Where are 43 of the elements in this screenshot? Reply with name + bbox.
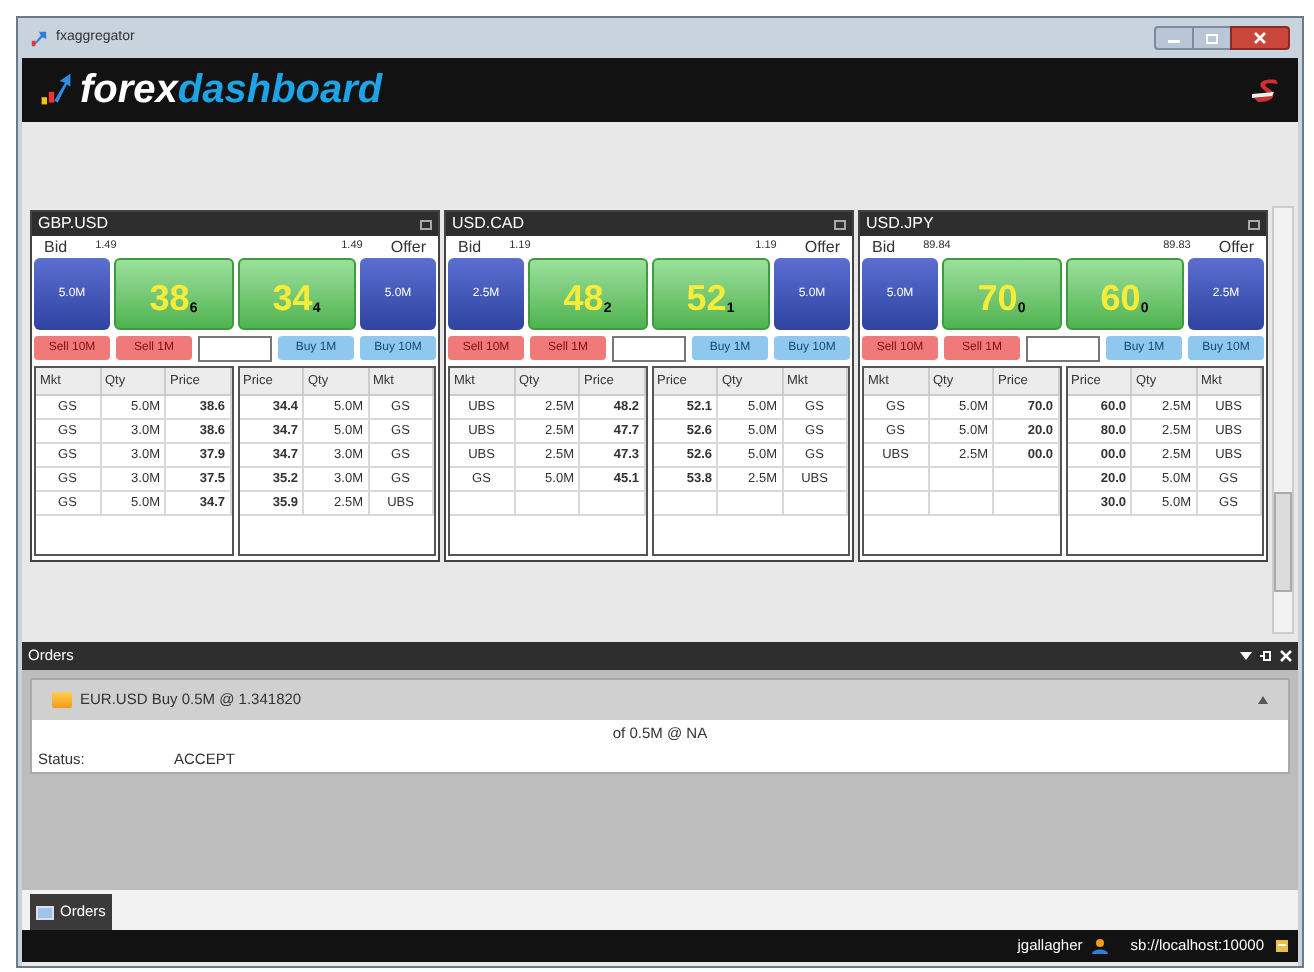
offer-label: Offer xyxy=(1218,235,1254,259)
offer-label: Offer xyxy=(390,235,426,259)
quantity-field[interactable] xyxy=(198,335,272,361)
maximize-icon[interactable] xyxy=(1248,219,1260,229)
empty-table-cell xyxy=(515,492,580,516)
chart-arrow-icon xyxy=(30,29,48,47)
empty-table-cell xyxy=(718,492,783,516)
user-icon xyxy=(1092,938,1109,954)
tile-title: GBP.USD xyxy=(38,212,108,236)
window-icon xyxy=(36,905,54,919)
empty-table-cell xyxy=(864,492,929,516)
offer-label: Offer xyxy=(804,235,840,259)
close-icon xyxy=(1254,32,1266,44)
tile-title: USD.CAD xyxy=(452,212,525,236)
quantity-field[interactable] xyxy=(612,335,686,361)
quantity-field[interactable] xyxy=(1026,335,1100,361)
empty-table-cell xyxy=(580,492,645,516)
bid-label: Bid xyxy=(458,235,482,259)
empty-table-cell xyxy=(450,492,515,516)
close-button[interactable] xyxy=(1230,26,1290,50)
scrollbar[interactable] xyxy=(1272,206,1294,634)
brand-logo: forexdashboard xyxy=(80,70,383,110)
dropdown-icon[interactable] xyxy=(1240,652,1252,660)
empty-table-cell xyxy=(653,492,718,516)
collapse-icon[interactable] xyxy=(1258,696,1268,704)
empty-table-cell xyxy=(994,468,1059,492)
maximize-button[interactable] xyxy=(1194,26,1230,50)
pin-icon[interactable] xyxy=(1260,650,1272,662)
company-logo-icon xyxy=(1250,74,1282,106)
bid-label: Bid xyxy=(872,235,896,259)
minimize-button[interactable] xyxy=(1154,26,1194,50)
maximize-icon[interactable] xyxy=(420,219,432,229)
empty-table-cell xyxy=(929,468,994,492)
maximize-icon[interactable] xyxy=(834,219,846,229)
empty-table-cell xyxy=(994,492,1059,516)
empty-table-cell xyxy=(783,492,848,516)
empty-table-cell xyxy=(864,468,929,492)
empty-table-cell xyxy=(929,492,994,516)
logo-icon xyxy=(38,72,74,108)
maximize-icon xyxy=(1206,33,1218,43)
tile-title: USD.JPY xyxy=(866,212,934,236)
bid-label: Bid xyxy=(44,235,68,259)
close-icon[interactable] xyxy=(1280,650,1292,662)
